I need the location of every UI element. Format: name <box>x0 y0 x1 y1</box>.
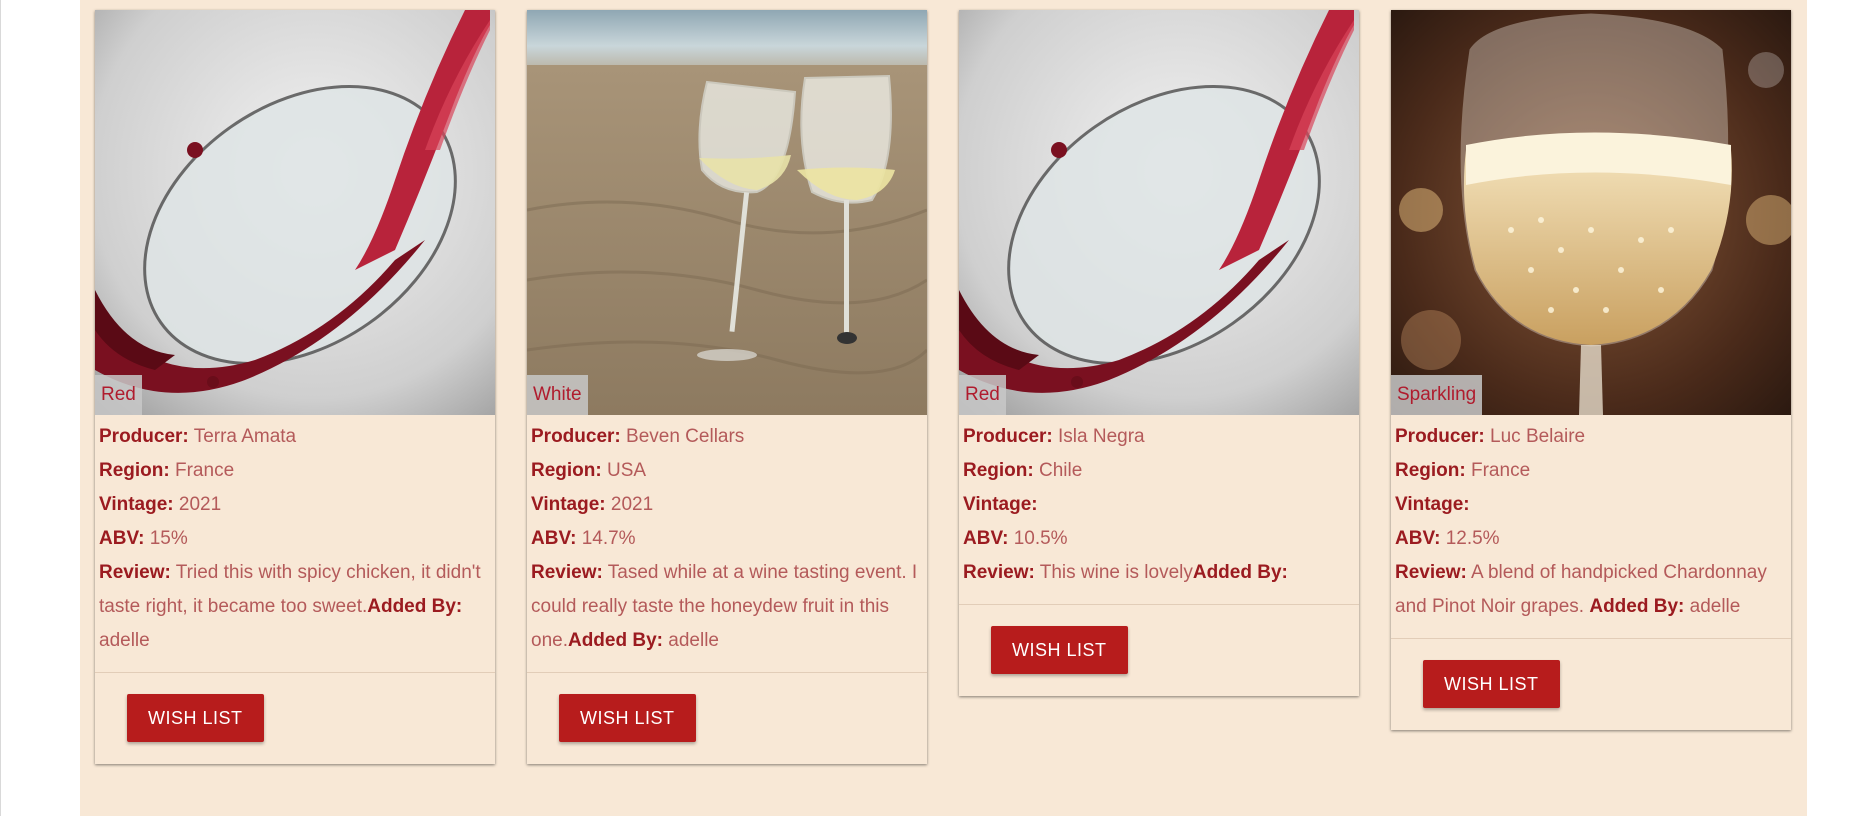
abv-label: ABV: <box>99 528 145 549</box>
sparkling-wine-glass-image <box>1391 10 1791 415</box>
abv-row: ABV: 10.5% <box>963 522 1355 556</box>
region-row: Region: France <box>99 454 491 488</box>
review-label: Review: <box>1395 562 1467 583</box>
added-by-label: Added By: <box>567 630 663 651</box>
producer-value: Luc Belaire <box>1490 426 1586 447</box>
wine-details: Producer: Terra Amata Region: France Vin… <box>95 415 495 672</box>
producer-label: Producer: <box>531 426 621 447</box>
review-value: This wine is lovely <box>1039 562 1193 583</box>
region-value: France <box>175 460 235 481</box>
vintage-label: Vintage: <box>963 494 1038 515</box>
added-by-label: Added By: <box>1192 562 1288 583</box>
wine-card: Red Producer: Terra Amata Region: France… <box>95 10 495 764</box>
abv-value: 15% <box>149 528 188 549</box>
producer-label: Producer: <box>1395 426 1485 447</box>
region-row: Region: USA <box>531 454 923 488</box>
added-by-label: Added By: <box>1589 596 1685 617</box>
region-label: Region: <box>963 460 1034 481</box>
abv-row: ABV: 14.7% <box>531 522 923 556</box>
wish-list-button[interactable]: WISH LIST <box>127 694 264 742</box>
wine-image: Red <box>95 10 495 415</box>
vintage-row: Vintage: 2021 <box>99 488 491 522</box>
card-actions: WISH LIST <box>959 605 1359 696</box>
wine-details: Producer: Isla Negra Region: Chile Vinta… <box>959 415 1359 604</box>
abv-row: ABV: 12.5% <box>1395 522 1787 556</box>
white-wine-beach-image <box>527 10 927 415</box>
wine-details: Producer: Luc Belaire Region: France Vin… <box>1391 415 1791 638</box>
producer-value: Terra Amata <box>193 426 297 447</box>
left-border <box>0 0 1 816</box>
producer-label: Producer: <box>99 426 189 447</box>
added-by-value: adelle <box>1689 596 1741 617</box>
card-actions: WISH LIST <box>1391 639 1791 730</box>
wine-type-badge: Red <box>959 375 1006 415</box>
wine-card: Red Producer: Isla Negra Region: Chile V… <box>959 10 1359 696</box>
review-label: Review: <box>963 562 1035 583</box>
abv-row: ABV: 15% <box>99 522 491 556</box>
wine-type-badge: White <box>527 375 588 415</box>
wine-list-container: Red Producer: Terra Amata Region: France… <box>80 0 1807 816</box>
added-by-value: adelle <box>99 630 150 651</box>
review-row: Review: Tased while at a wine tasting ev… <box>531 556 923 658</box>
abv-value: 14.7% <box>581 528 636 549</box>
region-value: France <box>1471 460 1531 481</box>
wine-card: White Producer: Beven Cellars Region: US… <box>527 10 927 764</box>
review-label: Review: <box>99 562 171 583</box>
producer-row: Producer: Luc Belaire <box>1395 420 1787 454</box>
vintage-row: Vintage: 2021 <box>531 488 923 522</box>
abv-value: 12.5% <box>1445 528 1500 549</box>
vintage-value: 2021 <box>178 494 222 515</box>
review-row: Review: A blend of handpicked Chardonnay… <box>1395 556 1787 624</box>
wine-image: Sparkling <box>1391 10 1791 415</box>
vintage-label: Vintage: <box>1395 494 1470 515</box>
wine-type-badge: Sparkling <box>1391 375 1483 415</box>
abv-label: ABV: <box>963 528 1009 549</box>
region-row: Region: Chile <box>963 454 1355 488</box>
review-row: Review: This wine is lovelyAdded By: <box>963 556 1355 590</box>
review-row: Review: Tried this with spicy chicken, i… <box>99 556 491 658</box>
producer-label: Producer: <box>963 426 1053 447</box>
wine-details: Producer: Beven Cellars Region: USA Vint… <box>527 415 927 672</box>
wish-list-button[interactable]: WISH LIST <box>991 626 1128 674</box>
page: Red Producer: Terra Amata Region: France… <box>0 0 1871 816</box>
wine-type-badge: Red <box>95 375 142 415</box>
abv-label: ABV: <box>1395 528 1441 549</box>
vintage-value: 2021 <box>610 494 654 515</box>
producer-row: Producer: Isla Negra <box>963 420 1355 454</box>
region-label: Region: <box>531 460 602 481</box>
wine-card: Sparkling Producer: Luc Belaire Region: … <box>1391 10 1791 730</box>
abv-value: 10.5% <box>1013 528 1068 549</box>
producer-value: Isla Negra <box>1058 426 1145 447</box>
wine-image: White <box>527 10 927 415</box>
review-label: Review: <box>531 562 603 583</box>
vintage-label: Vintage: <box>99 494 174 515</box>
added-by-label: Added By: <box>367 596 463 617</box>
red-wine-pour-image <box>959 10 1359 415</box>
vintage-row: Vintage: <box>963 488 1355 522</box>
region-value: Chile <box>1039 460 1083 481</box>
abv-label: ABV: <box>531 528 577 549</box>
card-actions: WISH LIST <box>527 673 927 764</box>
red-wine-pour-image <box>95 10 495 415</box>
region-label: Region: <box>99 460 170 481</box>
wish-list-button[interactable]: WISH LIST <box>1423 660 1560 708</box>
producer-row: Producer: Terra Amata <box>99 420 491 454</box>
vintage-row: Vintage: <box>1395 488 1787 522</box>
vintage-label: Vintage: <box>531 494 606 515</box>
region-value: USA <box>607 460 647 481</box>
wish-list-button[interactable]: WISH LIST <box>559 694 696 742</box>
region-row: Region: France <box>1395 454 1787 488</box>
region-label: Region: <box>1395 460 1466 481</box>
wine-image: Red <box>959 10 1359 415</box>
added-by-value: adelle <box>668 630 719 651</box>
producer-row: Producer: Beven Cellars <box>531 420 923 454</box>
producer-value: Beven Cellars <box>626 426 745 447</box>
card-actions: WISH LIST <box>95 673 495 764</box>
